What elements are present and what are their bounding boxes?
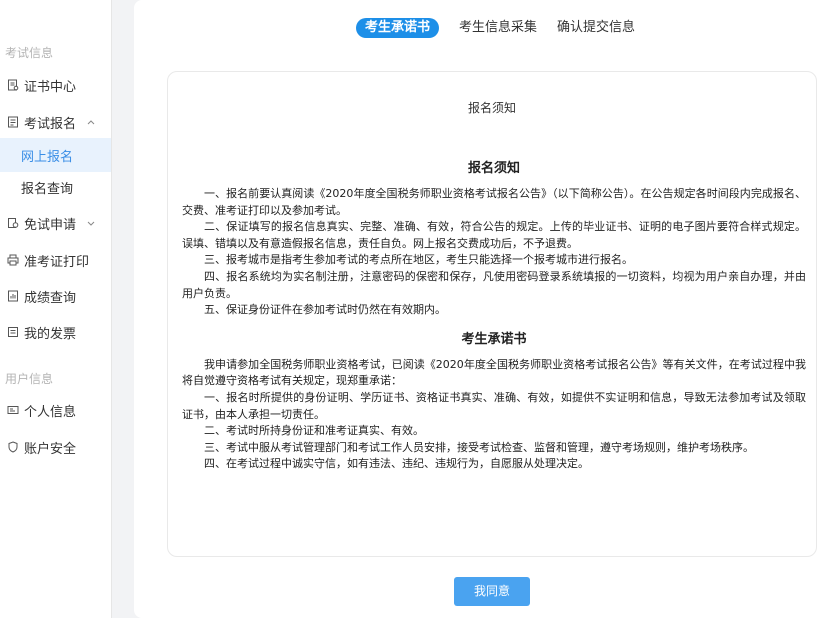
- sidebar-item-certificate-center[interactable]: 证书中心: [0, 68, 111, 102]
- sidebar-subitem-online-registration[interactable]: 网上报名: [0, 138, 111, 172]
- id-card-icon: [4, 404, 22, 416]
- step-tab-commitment[interactable]: 考生承诺书: [356, 18, 440, 38]
- settings-icon: [4, 217, 22, 229]
- commitment-paragraph: 三、考试中服从考试管理部门和考试工作人员安排，接受考试检查、监督和管理，遵守考场…: [204, 440, 754, 454]
- notice-title: 报名须知: [467, 161, 520, 176]
- sidebar-item-exam-registration[interactable]: 考试报名: [0, 105, 111, 139]
- notice-paragraph: 三、报考城市是指考生参加考试的考点所在地区，考生只能选择一个报考城市进行报名。: [204, 253, 633, 267]
- step-tabs: 考生承诺书 考生信息采集 确认提交信息: [356, 18, 655, 38]
- commitment-paragraph: 四、在考试过程中诚实守信，如有违法、违纪、违规行为，自愿服从处理决定。: [204, 457, 589, 471]
- commitment-paragraph: 二、考试时所持身份证和准考证真实、有效。: [204, 424, 424, 438]
- step-tab-confirm-submit[interactable]: 确认提交信息: [557, 18, 635, 38]
- notice-paragraph: 五、保证身份证件在参加考试时仍然在有效期内。: [204, 303, 446, 317]
- sidebar-item-personal-info[interactable]: 个人信息: [0, 393, 111, 427]
- agree-button[interactable]: 我同意: [454, 577, 530, 606]
- section-title-exam-info: 考试信息: [5, 46, 54, 60]
- sidebar-item-score-query[interactable]: 成绩查询: [0, 279, 111, 313]
- scores-icon: [4, 290, 22, 302]
- sidebar-item-label: 免试申请: [24, 217, 77, 233]
- section-title-user-info: 用户信息: [5, 372, 54, 386]
- sidebar-item-exemption-application[interactable]: 免试申请: [0, 206, 111, 240]
- main-card: 考生承诺书 考生信息采集 确认提交信息 报名须知 报名须知 一、报名前要认真阅读…: [134, 0, 820, 618]
- sidebar-item-admission-ticket-print[interactable]: 准考证打印: [0, 243, 111, 277]
- sidebar-item-label: 准考证打印: [24, 254, 90, 270]
- document-icon: [4, 116, 22, 128]
- sidebar-item-my-invoices[interactable]: 我的发票: [0, 315, 111, 349]
- commitment-paragraph: 一、报名时所提供的身份证明、学历证书、资格证书真实、准确、有效，如提供不实证明和…: [182, 390, 806, 421]
- notice-paragraph: 一、报名前要认真阅读《2020年度全国税务师职业资格考试报名公告》（以下简称公告…: [182, 187, 806, 217]
- chevron-down-icon: [86, 218, 96, 228]
- chevron-up-icon: [86, 117, 96, 127]
- sidebar: 考试信息 证书中心 考试报名 网上报名 报名查询 免试申请 准考证打印 成绩查询…: [0, 0, 112, 618]
- printer-icon: [4, 254, 22, 266]
- sidebar-item-label: 证书中心: [24, 79, 77, 95]
- commitment-title: 考生承诺书: [461, 331, 527, 347]
- certificate-icon: [4, 79, 22, 91]
- commitment-paragraph: 我申请参加全国税务师职业资格考试，已阅读《2020年度全国税务师职业资格考试报名…: [182, 357, 806, 388]
- sidebar-item-label: 考试报名: [24, 116, 77, 132]
- notice-paragraph: 四、报名系统均为实名制注册，注意密码的保密和保存，凡使用密码登录系统填报的一切资…: [182, 269, 806, 300]
- notice-content: 报名须知 一、报名前要认真阅读《2020年度全国税务师职业资格考试报名公告》（以…: [182, 160, 806, 473]
- notice-panel: 报名须知 报名须知 一、报名前要认真阅读《2020年度全国税务师职业资格考试报名…: [167, 71, 817, 557]
- sidebar-subitem-registration-query[interactable]: 报名查询: [0, 170, 111, 204]
- step-tab-info-collection[interactable]: 考生信息采集: [459, 18, 537, 38]
- sidebar-item-label: 我的发票: [24, 326, 77, 342]
- sidebar-item-label: 成绩查询: [24, 290, 77, 306]
- sidebar-item-account-security[interactable]: 账户安全: [0, 430, 111, 464]
- sidebar-item-label: 账户安全: [24, 441, 77, 457]
- notice-header: 报名须知: [467, 101, 516, 115]
- shield-icon: [4, 441, 22, 453]
- invoice-icon: [4, 326, 22, 338]
- sidebar-item-label: 个人信息: [24, 404, 77, 420]
- notice-paragraph: 二、保证填写的报名信息真实、完整、准确、有效，符合公告的规定。上传的毕业证书、证…: [182, 220, 806, 250]
